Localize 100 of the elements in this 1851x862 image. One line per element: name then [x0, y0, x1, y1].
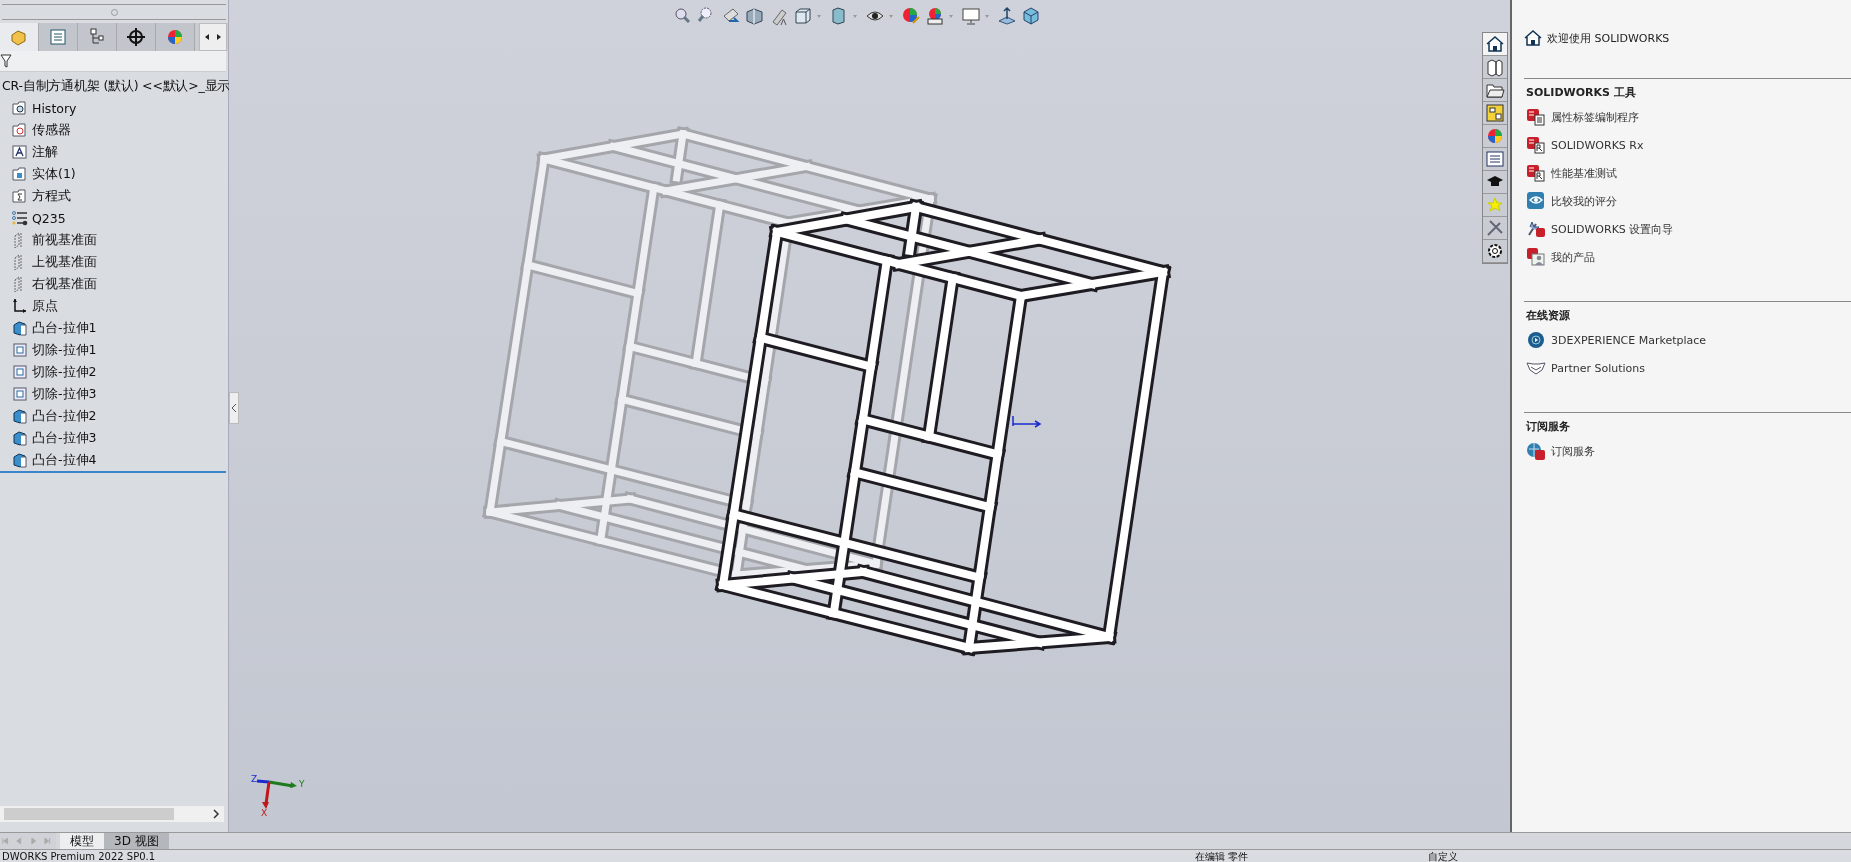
- extrude-cut-icon: [12, 364, 28, 380]
- tree-item[interactable]: 前视基准面: [0, 229, 228, 251]
- tools-icon: [1485, 218, 1505, 238]
- tree-item[interactable]: 上视基准面: [0, 251, 228, 273]
- extrude-boss-icon: [12, 408, 28, 424]
- edit-mode: 在编辑 零件: [1195, 850, 1249, 862]
- extrude-boss-icon: [12, 452, 28, 468]
- isometric-cube-icon[interactable]: [1021, 6, 1041, 26]
- tree-item[interactable]: 方程式: [0, 185, 228, 207]
- horizontal-scrollbar[interactable]: [0, 806, 224, 822]
- section-view-icon[interactable]: [745, 6, 765, 26]
- tree-item[interactable]: 凸台-拉伸1: [0, 317, 228, 339]
- globe-icon: [1526, 330, 1546, 350]
- chevron-right-icon[interactable]: [212, 809, 220, 819]
- tree-item-label: 右视基准面: [32, 275, 97, 293]
- sheet-tab[interactable]: 模型: [60, 833, 104, 849]
- extrude-boss-icon: [12, 430, 28, 446]
- tree-item-label: 切除-拉伸3: [32, 385, 97, 403]
- chevron-left-icon: [231, 403, 237, 413]
- view-palette-icon: [1485, 103, 1505, 123]
- configuration-tree-icon: [87, 27, 107, 47]
- tree-item-label: 凸台-拉伸2: [32, 407, 97, 425]
- extrude-boss-icon: [12, 320, 28, 336]
- tree-item-label: 方程式: [32, 187, 71, 205]
- tree-item[interactable]: 实体(1): [0, 163, 228, 185]
- tree-item-label: Q235: [32, 210, 66, 226]
- normal-to-icon[interactable]: [997, 6, 1017, 26]
- extrude-cut-icon: [12, 386, 28, 402]
- task-link[interactable]: 订阅服务: [1526, 437, 1851, 465]
- task-link[interactable]: 我的产品: [1526, 243, 1851, 271]
- tree-item[interactable]: 切除-拉伸3: [0, 383, 228, 405]
- product-version: DWORKS Premium 2022 SP0.1: [2, 850, 156, 862]
- property-list-icon: [48, 27, 68, 47]
- zoom-to-fit-icon[interactable]: [673, 6, 693, 26]
- tree-item[interactable]: 右视基准面: [0, 273, 228, 295]
- unit-system: 自定义: [1428, 850, 1459, 862]
- scroll-thumb[interactable]: [4, 808, 174, 820]
- globe-badge-icon: [1526, 441, 1546, 461]
- product-user-icon: [1526, 247, 1546, 267]
- tree-item-label: 切除-拉伸1: [32, 341, 97, 359]
- welcome-link[interactable]: 欢迎使用 SOLIDWORKS: [1524, 28, 1851, 48]
- monitor-icon[interactable]: [961, 6, 981, 26]
- section-title: 在线资源: [1526, 308, 1571, 324]
- panel-tab[interactable]: [117, 23, 156, 51]
- task-link[interactable]: Partner Solutions: [1526, 354, 1851, 382]
- tree-item[interactable]: 切除-拉伸2: [0, 361, 228, 383]
- task-link[interactable]: SOLIDWORKS Rx: [1526, 131, 1851, 159]
- tree-item[interactable]: 原点: [0, 295, 228, 317]
- origin-marker-icon: [1012, 415, 1042, 428]
- axis-triad-drawing: [256, 779, 297, 809]
- view-orientation-icon[interactable]: [793, 6, 813, 26]
- tree-item-label: 传感器: [32, 121, 71, 139]
- dropdown-caret-icon[interactable]: [888, 13, 894, 19]
- tab-scroll-buttons[interactable]: [199, 23, 227, 51]
- tree-item[interactable]: 凸台-拉伸2: [0, 405, 228, 427]
- sheet-tab[interactable]: 3D 视图: [104, 833, 169, 849]
- eye-badge-icon: [1526, 191, 1546, 211]
- home-icon: [1524, 29, 1542, 47]
- tree-item[interactable]: 传感器: [0, 119, 228, 141]
- tree-item-label: 前视基准面: [32, 231, 97, 249]
- dropdown-caret-icon[interactable]: [816, 13, 822, 19]
- tree-item-label: 凸台-拉伸4: [32, 451, 97, 469]
- star-icon: [1485, 195, 1505, 215]
- crosshair-icon: [126, 27, 146, 47]
- task-link[interactable]: SOLIDWORKS 设置向导: [1526, 215, 1851, 243]
- equation-folder-icon: [12, 188, 28, 204]
- tube-frame-model-drawing[interactable]: [716, 200, 1170, 655]
- edit-appearance-icon[interactable]: [901, 6, 921, 26]
- scene-icon[interactable]: [925, 6, 945, 26]
- panel-grip[interactable]: [2, 4, 226, 20]
- graphics-area[interactable]: Z Y X: [229, 0, 1510, 832]
- task-link[interactable]: 比较我的评分: [1526, 187, 1851, 215]
- tree-item[interactable]: History: [0, 97, 228, 119]
- solidworks-rx-icon: [1526, 163, 1546, 183]
- task-link[interactable]: 性能基准测试: [1526, 159, 1851, 187]
- annotation-folder-icon: [12, 144, 28, 160]
- tree-item[interactable]: 凸台-拉伸4: [0, 449, 228, 471]
- axis-label: Y: [299, 779, 305, 789]
- tree-item[interactable]: 切除-拉伸1: [0, 339, 228, 361]
- tree-item[interactable]: Q235: [0, 207, 228, 229]
- dropdown-caret-icon[interactable]: [948, 13, 954, 19]
- task-link[interactable]: 属性标签编制程序: [1526, 103, 1851, 131]
- tree-item[interactable]: 凸台-拉伸3: [0, 427, 228, 449]
- home-icon: [1485, 34, 1505, 54]
- origin-axes-icon: [12, 298, 28, 314]
- dropdown-caret-icon[interactable]: [852, 13, 858, 19]
- tree-item-label: 上视基准面: [32, 253, 97, 271]
- tree-item-label: History: [32, 100, 77, 116]
- tree-item-label: 注解: [32, 143, 58, 161]
- panel-collapse-handle[interactable]: [229, 392, 239, 424]
- dropdown-caret-icon[interactable]: [984, 13, 990, 19]
- wand-badge-icon: [1526, 219, 1546, 239]
- section-title: SOLIDWORKS 工具: [1526, 85, 1637, 101]
- color-wheel-icon: [165, 27, 185, 47]
- task-pane-tab[interactable]: [1483, 33, 1507, 56]
- task-link[interactable]: 3DEXPERIENCE Marketplace: [1526, 326, 1851, 354]
- settings-icon: [1485, 241, 1505, 261]
- history-folder-icon: [12, 100, 28, 116]
- tree-item-label: 凸台-拉伸3: [32, 429, 97, 447]
- tree-item[interactable]: 注解: [0, 141, 228, 163]
